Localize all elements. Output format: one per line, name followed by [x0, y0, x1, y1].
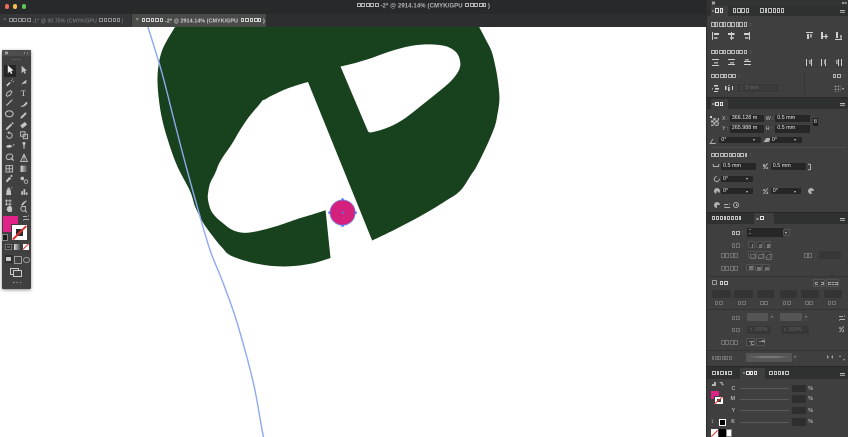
svg-text:T: T [21, 88, 27, 98]
